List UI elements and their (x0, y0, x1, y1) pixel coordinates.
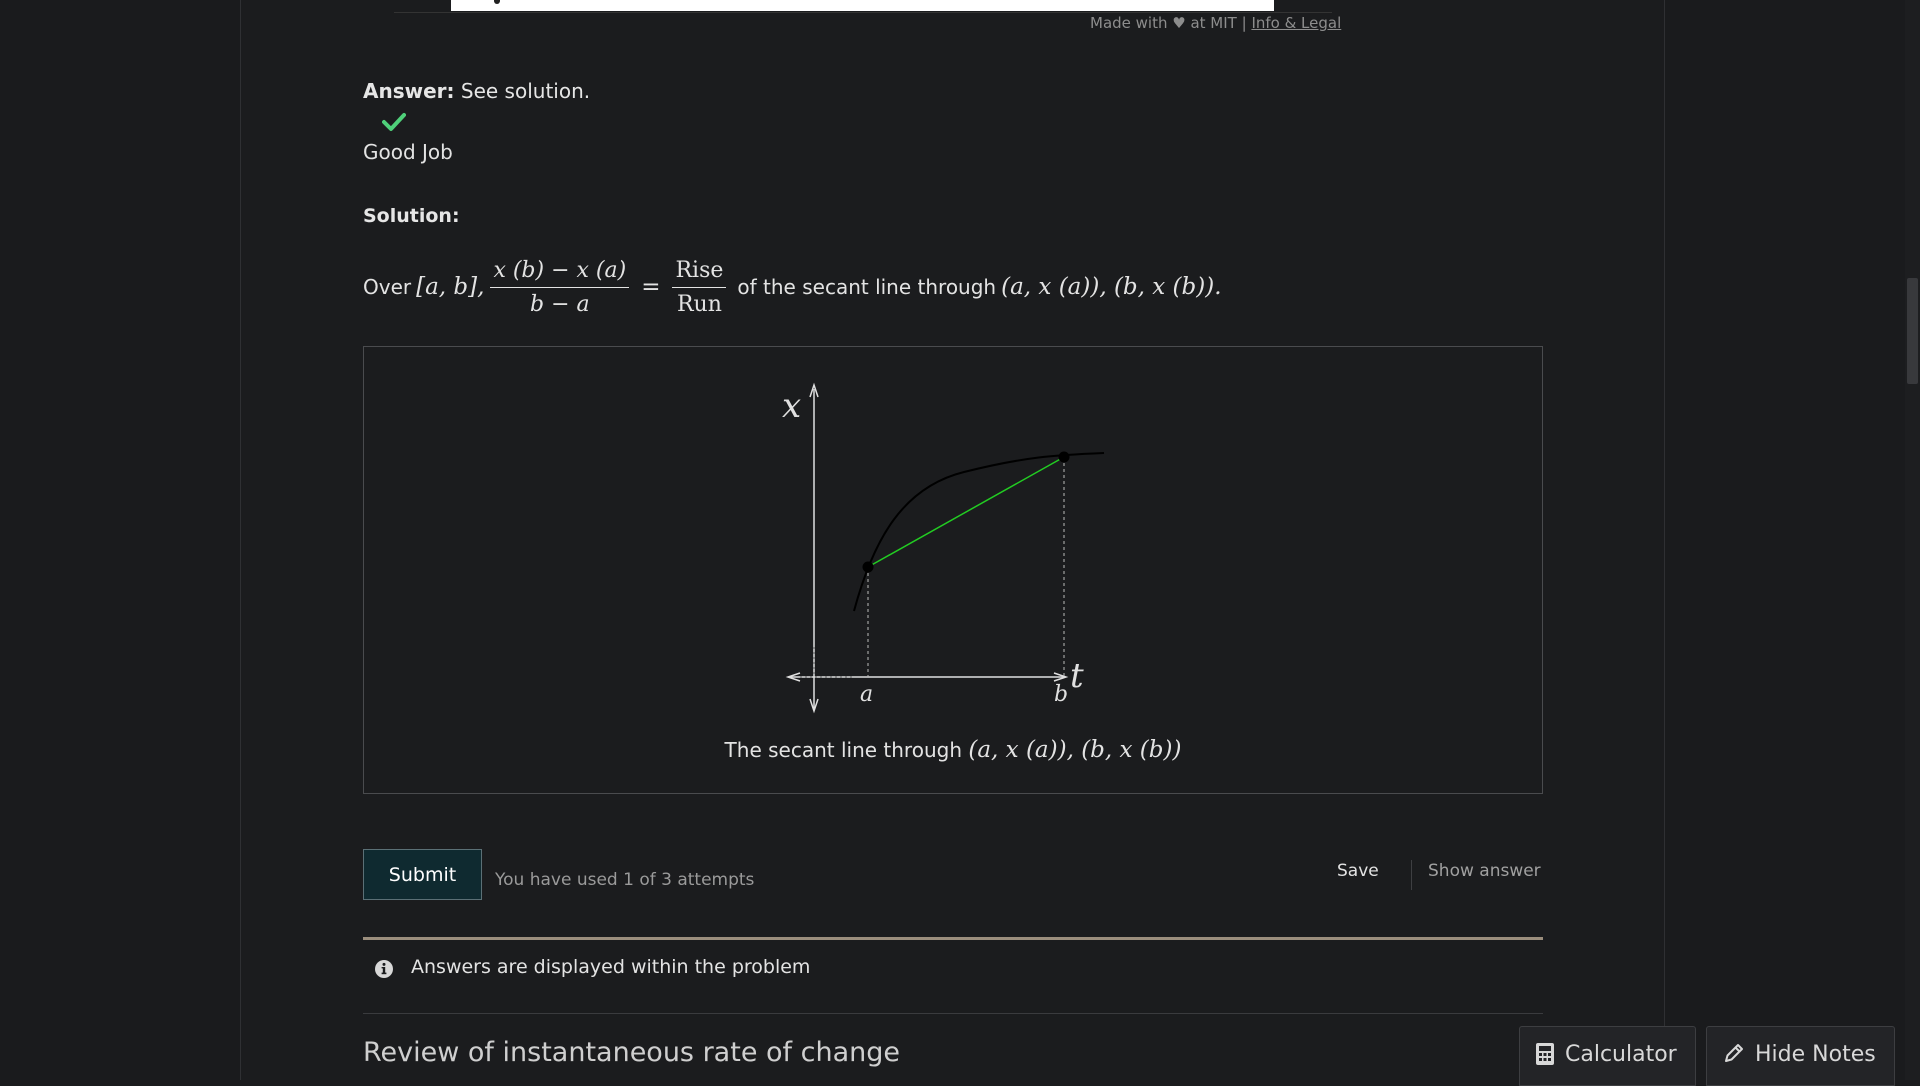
formula-interval: [a, b], (416, 274, 485, 300)
answer-text: See solution. (460, 79, 591, 103)
section-heading: Review of instantaneous rate of change (363, 1037, 900, 1068)
t-axis-label: t (1070, 656, 1084, 696)
point-b (1058, 451, 1070, 463)
action-divider (1411, 860, 1412, 890)
tick-b-label: b (1054, 682, 1068, 707)
caption-math: (a, x (a)), (b, x (b)) (968, 737, 1182, 763)
scrollbar-track[interactable] (1905, 0, 1920, 1080)
notice-text: Answers are displayed within the problem (411, 956, 811, 978)
answer-label: Answer: (363, 79, 455, 103)
calculator-button[interactable]: Calculator (1519, 1026, 1696, 1086)
formula-over-text: Over (363, 275, 412, 299)
show-answer-button[interactable]: Show answer (1428, 861, 1541, 881)
info-legal-link[interactable]: Info & Legal (1251, 14, 1341, 32)
pencil-icon (1725, 1044, 1743, 1062)
scrollbar-thumb[interactable] (1907, 278, 1918, 384)
secant-diagram: x t a b (782, 382, 1105, 714)
rise-text: Rise (672, 258, 727, 288)
tick-a-label: a (860, 682, 873, 707)
hide-notes-button[interactable]: Hide Notes (1706, 1026, 1895, 1086)
figure-caption: The secant line through (a, x (a)), (b, … (364, 737, 1542, 763)
formula-middle-text: of the secant line through (737, 275, 997, 299)
made-with-credit: Made with ♥ at MIT | Info & Legal (1090, 14, 1341, 32)
feedback-message: Good Job (363, 140, 453, 164)
solution-formula: Over [a, b], x (b) − x (a) b − a = Rise … (363, 252, 1222, 322)
checkmark-icon (382, 113, 406, 131)
info-icon (375, 960, 393, 978)
caption-text: The secant line through (724, 738, 962, 762)
point-a (862, 561, 874, 573)
secant-figure: x t a b The secant line through (a, x (a… (363, 346, 1543, 794)
equals-sign: = (641, 274, 661, 300)
x-axis-label: x (782, 386, 801, 426)
attempts-counter: You have used 1 of 3 attempts (495, 870, 755, 890)
left-gutter (0, 0, 240, 1080)
solution-label: Solution: (363, 205, 460, 227)
answers-notice: Answers are displayed within the problem (363, 937, 1543, 1014)
calculator-label: Calculator (1565, 1042, 1677, 1067)
function-curve (853, 452, 1105, 612)
submit-button[interactable]: Submit (363, 849, 482, 900)
hide-notes-label: Hide Notes (1755, 1042, 1876, 1067)
run-text: Run (676, 291, 722, 317)
right-gutter (1665, 0, 1905, 1080)
save-button[interactable]: Save (1337, 861, 1379, 881)
formula-points: (a, x (a)), (b, x (b)). (1001, 274, 1222, 300)
made-with-text: Made with ♥ at MIT | (1090, 14, 1247, 32)
calculator-icon (1536, 1043, 1554, 1065)
secant-line (867, 456, 1065, 568)
fraction-numerator: x (b) − x (a) (490, 258, 630, 288)
rise-over-run-fraction: Rise Run (672, 258, 727, 317)
embedded-tool-canvas[interactable] (451, 0, 1274, 11)
fraction-denominator: b − a (530, 291, 590, 317)
page: Made with ♥ at MIT | Info & Legal Answer… (0, 0, 1920, 1086)
difference-quotient-fraction: x (b) − x (a) b − a (490, 258, 630, 317)
answer-line: Answer: See solution. (363, 79, 590, 103)
